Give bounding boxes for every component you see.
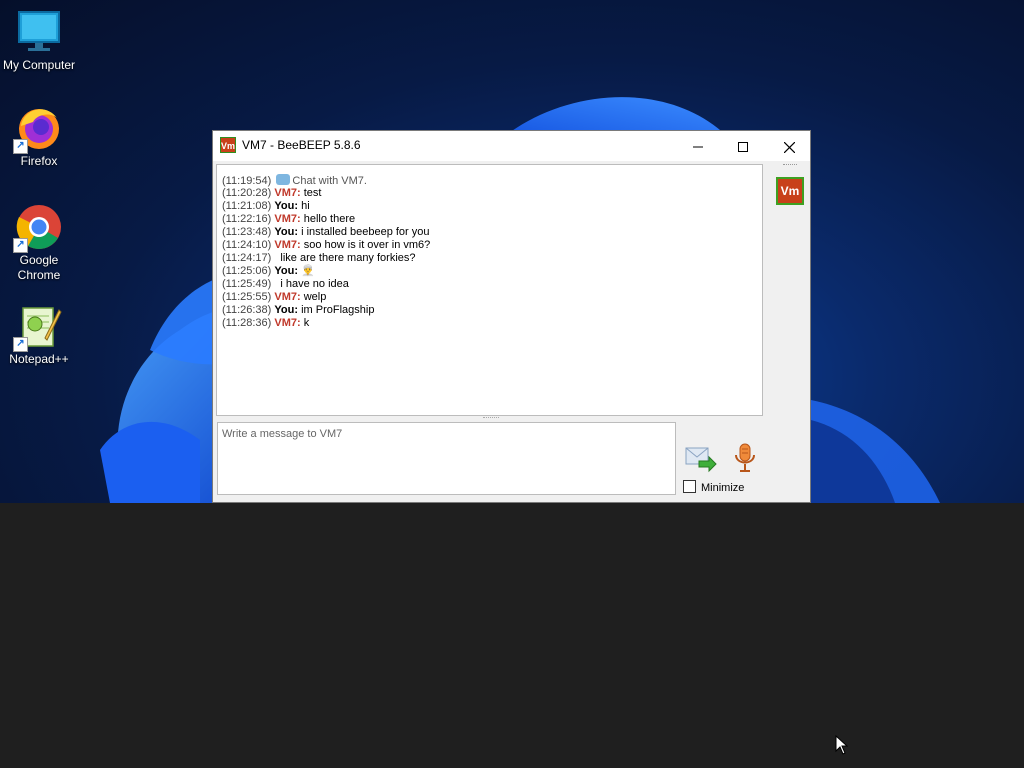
chat-message: (11:24:10) VM7: soo how is it over in vm… — [222, 239, 430, 252]
message-sender: You: — [274, 226, 299, 238]
desktop-icon-chrome[interactable]: ↗ Google Chrome — [0, 203, 78, 283]
dark-background-area — [0, 503, 1024, 768]
user-avatar-text: Vm — [778, 179, 802, 203]
chat-message: (11:19:54) Chat with VM7. — [222, 174, 430, 187]
notepadpp-icon: ↗ — [13, 302, 63, 352]
firefox-icon: ↗ — [13, 104, 63, 154]
chat-message: (11:24:17) like are there many forkies? — [222, 252, 430, 265]
message-sender: VM7: — [274, 187, 301, 199]
minimize-window-button[interactable] — [675, 131, 721, 161]
message-sender: You: — [274, 304, 299, 316]
message-timestamp: (11:24:17) — [222, 252, 272, 264]
chat-message: (11:25:49) i have no idea — [222, 278, 430, 291]
beebeep-chat-window: Vm VM7 - BeeBEEP 5.8.6 (11:19:54) Chat w… — [212, 130, 811, 503]
message-text: like are there many forkies? — [280, 252, 416, 264]
voice-message-button[interactable] — [733, 443, 757, 473]
user-avatar-vm7[interactable]: Vm — [776, 177, 804, 205]
message-timestamp: (11:28:36) — [222, 317, 272, 329]
message-text: 👳‍♂️ — [298, 265, 315, 277]
chat-message: (11:20:28) VM7: test — [222, 187, 430, 200]
maximize-icon — [738, 142, 748, 153]
close-icon — [783, 141, 795, 154]
chat-message: (11:26:38) You: im ProFlagship — [222, 304, 430, 317]
window-title: VM7 - BeeBEEP 5.8.6 — [242, 138, 361, 152]
splitter-handle[interactable] — [483, 417, 499, 421]
desktop-icon-label: Google Chrome — [17, 253, 61, 282]
message-timestamp: (11:25:49) — [222, 278, 272, 290]
message-sender: VM7: — [274, 317, 301, 329]
chat-bubble-icon — [276, 174, 291, 185]
message-text: test — [300, 187, 322, 199]
message-timestamp: (11:20:28) — [222, 187, 272, 199]
minimize-option[interactable]: Minimize — [683, 480, 744, 494]
minimize-checkbox[interactable] — [683, 480, 696, 493]
send-message-button[interactable] — [685, 445, 717, 473]
message-sender: You: — [274, 265, 299, 277]
message-text: soo how is it over in vm6? — [300, 239, 431, 251]
message-timestamp: (11:26:38) — [222, 304, 272, 316]
shortcut-arrow-icon: ↗ — [13, 238, 28, 253]
desktop-icon-firefox[interactable]: ↗ Firefox — [0, 104, 78, 169]
message-timestamp: (11:25:55) — [222, 291, 272, 303]
desktop-icon-notepadpp[interactable]: ↗ Notepad++ — [0, 302, 78, 367]
send-icon — [685, 447, 717, 473]
message-timestamp: (11:19:54) — [222, 175, 272, 187]
message-timestamp: (11:22:16) — [222, 213, 272, 225]
message-text: k — [300, 317, 310, 329]
shortcut-arrow-icon: ↗ — [13, 139, 28, 154]
message-sender: VM7: — [274, 239, 301, 251]
app-icon: Vm — [220, 137, 236, 153]
message-text: hi — [298, 200, 310, 212]
message-text: welp — [300, 291, 327, 303]
message-timestamp: (11:21:08) — [222, 200, 272, 212]
dock-grip[interactable] — [783, 164, 797, 168]
close-window-button[interactable] — [766, 131, 810, 161]
maximize-window-button[interactable] — [720, 131, 766, 161]
chat-message: (11:25:06) You: 👳‍♂️ — [222, 265, 430, 278]
chat-history-panel[interactable]: (11:19:54) Chat with VM7. (11:20:28) VM7… — [216, 164, 763, 416]
desktop-icon-my-computer[interactable]: My Computer — [0, 8, 78, 73]
message-text: hello there — [300, 213, 356, 225]
chat-message: (11:21:08) You: hi — [222, 200, 430, 213]
desktop-icon-label: Firefox — [20, 154, 58, 168]
desktop-icon-label: Notepad++ — [9, 352, 69, 366]
user-sidebar: Vm — [770, 164, 806, 500]
message-text: i installed beebeep for you — [298, 226, 430, 238]
message-sender: You: — [274, 200, 299, 212]
monitor-icon — [15, 8, 63, 56]
desktop-icon-label: My Computer — [2, 58, 76, 72]
message-timestamp: (11:24:10) — [222, 239, 272, 251]
message-timestamp: (11:23:48) — [222, 226, 272, 238]
message-sender: VM7: — [274, 213, 301, 225]
chat-messages-list: (11:19:54) Chat with VM7. (11:20:28) VM7… — [222, 174, 430, 330]
message-sender: VM7: — [274, 291, 301, 303]
window-titlebar[interactable]: Vm VM7 - BeeBEEP 5.8.6 — [213, 131, 810, 161]
chat-message: (11:25:55) VM7: welp — [222, 291, 430, 304]
chat-message: (11:28:36) VM7: k — [222, 317, 430, 330]
minimize-label: Minimize — [701, 482, 745, 494]
minimize-icon — [693, 146, 703, 148]
message-text: im ProFlagship — [298, 304, 375, 316]
shortcut-arrow-icon: ↗ — [13, 337, 28, 352]
chrome-icon: ↗ — [13, 203, 63, 253]
mouse-cursor-icon — [835, 735, 849, 755]
microphone-icon — [735, 443, 755, 472]
message-input[interactable]: Write a message to VM7 — [217, 422, 676, 495]
chat-message: (11:22:16) VM7: hello there — [222, 213, 430, 226]
message-text: i have no idea — [280, 278, 349, 290]
message-timestamp: (11:25:06) — [222, 265, 272, 277]
message-input-placeholder: Write a message to VM7 — [222, 428, 343, 440]
message-text: Chat with VM7. — [292, 175, 367, 187]
chat-message: (11:23:48) You: i installed beebeep for … — [222, 226, 430, 239]
